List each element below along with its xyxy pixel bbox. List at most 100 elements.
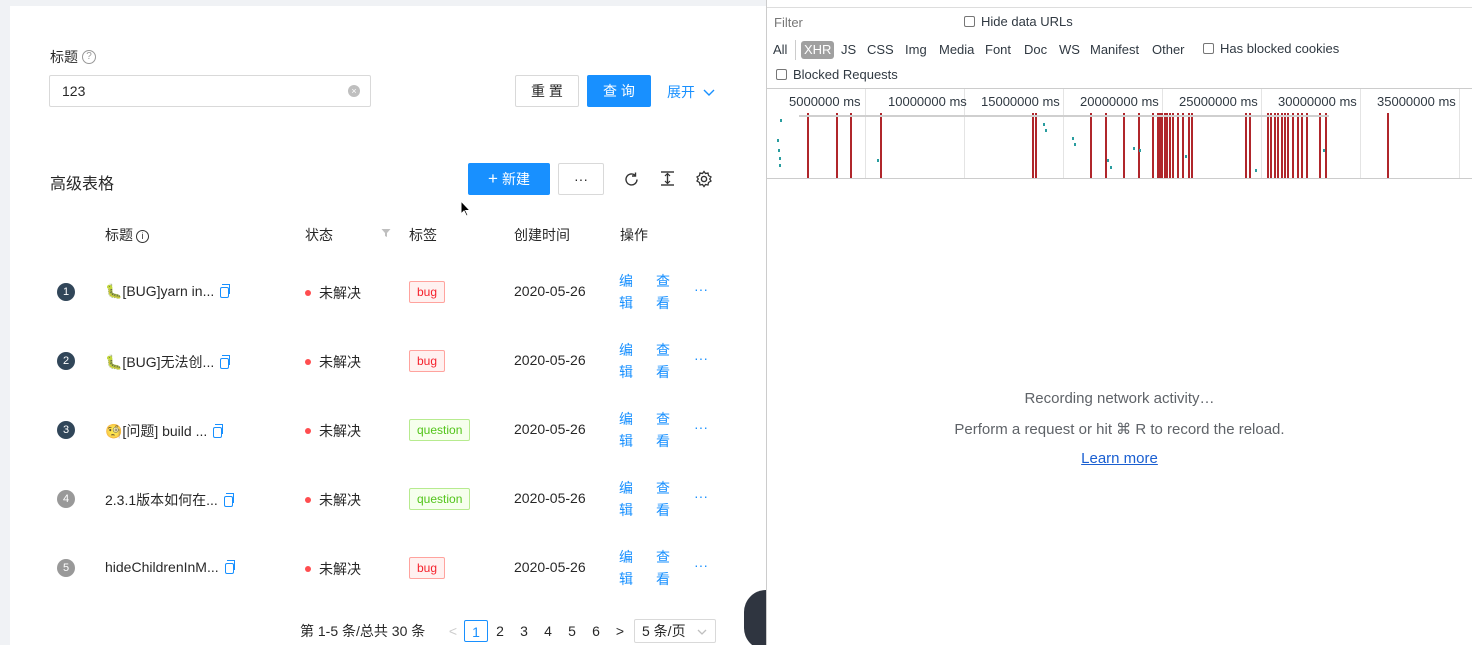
type-filter-js[interactable]: JS — [841, 41, 856, 59]
row-index-badge: 1 — [57, 283, 75, 301]
page-size-select[interactable]: 5 条/页 — [634, 619, 716, 643]
pagination-page-1[interactable]: 1 — [464, 620, 488, 642]
blocked-requests-checkbox[interactable] — [776, 69, 787, 81]
edit-link-char[interactable]: 编 — [619, 408, 633, 430]
type-filter-media[interactable]: Media — [939, 41, 974, 59]
view-link-char[interactable]: 看 — [656, 430, 670, 452]
view-link-char[interactable]: 看 — [656, 292, 670, 314]
timeline-request-bar — [1182, 113, 1184, 178]
type-filter-all[interactable]: All — [773, 41, 787, 59]
pagination-page-5[interactable]: 5 — [562, 620, 582, 642]
edit-link-char[interactable]: 辑 — [619, 430, 633, 452]
row-tag: bug — [409, 350, 446, 372]
edit-link-char[interactable]: 编 — [619, 270, 633, 292]
timeline-request-bar — [1292, 113, 1294, 178]
timeline-request-bar — [836, 113, 838, 178]
edit-link-char[interactable]: 辑 — [619, 361, 633, 383]
type-filter-img[interactable]: Img — [905, 41, 927, 59]
timeline-request-bar — [1123, 113, 1125, 178]
view-link[interactable]: 查看 — [656, 408, 670, 452]
hide-data-urls-checkbox[interactable] — [964, 16, 975, 28]
new-button[interactable]: + 新建 — [468, 163, 550, 195]
edit-link-char[interactable]: 编 — [619, 477, 633, 499]
copy-icon[interactable] — [224, 559, 235, 574]
network-overview-timeline[interactable]: 5000000 ms 10000000 ms 15000000 ms 20000000… — [767, 88, 1472, 179]
edit-link-char[interactable]: 辑 — [619, 499, 633, 521]
title-filter-input[interactable]: 123 × — [49, 75, 371, 107]
view-link[interactable]: 查看 — [656, 339, 670, 383]
view-link-char[interactable]: 看 — [656, 361, 670, 383]
pagination-next[interactable]: > — [610, 620, 630, 642]
learn-more-container: Learn more — [767, 450, 1472, 467]
view-link[interactable]: 查看 — [656, 546, 670, 590]
edit-link-char[interactable]: 辑 — [619, 568, 633, 590]
edit-link[interactable]: 编辑 — [619, 408, 633, 452]
copy-icon[interactable] — [223, 492, 234, 507]
timeline-request-dot — [1139, 149, 1141, 152]
filter-input[interactable]: Filter — [774, 15, 934, 33]
row-index-badge: 4 — [57, 490, 75, 508]
column-height-icon[interactable] — [659, 170, 676, 187]
type-filter-ws[interactable]: WS — [1059, 41, 1080, 59]
view-link-char[interactable]: 查 — [656, 546, 670, 568]
view-link-char[interactable]: 查 — [656, 270, 670, 292]
copy-icon[interactable] — [213, 423, 224, 438]
edit-link-char[interactable]: 辑 — [619, 292, 633, 314]
copy-icon[interactable] — [220, 283, 231, 298]
clear-icon[interactable]: × — [348, 85, 360, 97]
type-filter-xhr[interactable]: XHR — [801, 41, 835, 59]
reload-icon[interactable] — [623, 171, 640, 188]
timeline-request-bar — [1319, 113, 1321, 178]
row-more-button[interactable]: ··· — [694, 350, 708, 366]
info-circle-icon[interactable]: i — [136, 229, 149, 243]
type-filter-doc[interactable]: Doc — [1024, 41, 1047, 59]
view-link[interactable]: 查看 — [656, 270, 670, 314]
view-link[interactable]: 查看 — [656, 477, 670, 521]
pagination-page-4[interactable]: 4 — [538, 620, 558, 642]
setting-icon[interactable] — [695, 170, 713, 188]
query-button[interactable]: 查 询 — [587, 75, 651, 107]
has-blocked-cookies-checkbox[interactable] — [1203, 43, 1214, 55]
timeline-request-bar — [1245, 113, 1247, 178]
pagination-page-6[interactable]: 6 — [586, 620, 606, 642]
reset-button[interactable]: 重 置 — [515, 75, 579, 107]
has-blocked-cookies-option[interactable]: Has blocked cookies — [1203, 41, 1339, 56]
copy-icon[interactable] — [220, 354, 231, 369]
pagination-page-2[interactable]: 2 — [490, 620, 510, 642]
row-more-button[interactable]: ··· — [694, 419, 708, 435]
learn-more-link[interactable]: Learn more — [1081, 450, 1158, 467]
pagination-page-3[interactable]: 3 — [514, 620, 534, 642]
edit-link-char[interactable]: 编 — [619, 339, 633, 361]
blocked-requests-option[interactable]: Blocked Requests — [776, 67, 898, 82]
filter-icon[interactable] — [381, 228, 391, 238]
more-actions-button[interactable]: ··· — [558, 163, 604, 195]
type-filter-font[interactable]: Font — [985, 41, 1011, 59]
edit-link-char[interactable]: 编 — [619, 546, 633, 568]
type-filter-manifest[interactable]: Manifest — [1090, 41, 1139, 59]
status-dot — [305, 497, 311, 504]
view-link-char[interactable]: 查 — [656, 408, 670, 430]
row-created-date: 2020-05-26 — [514, 352, 586, 368]
row-title-text: 2.3.1版本如何在... — [105, 492, 218, 508]
edit-link[interactable]: 编辑 — [619, 270, 633, 314]
title-filter-label-text: 标题 — [50, 49, 78, 65]
edit-link[interactable]: 编辑 — [619, 477, 633, 521]
view-link-char[interactable]: 看 — [656, 499, 670, 521]
pagination-prev[interactable]: < — [443, 620, 463, 642]
question-circle-icon[interactable]: ? — [82, 50, 96, 64]
view-link-char[interactable]: 查 — [656, 339, 670, 361]
type-filter-css[interactable]: CSS — [867, 41, 894, 59]
edit-link[interactable]: 编辑 — [619, 546, 633, 590]
row-title: 2.3.1版本如何在... — [105, 490, 234, 510]
row-more-button[interactable]: ··· — [694, 281, 708, 297]
row-more-button[interactable]: ··· — [694, 557, 708, 573]
hide-data-urls-option[interactable]: Hide data URLs — [964, 14, 1073, 29]
type-filter-other[interactable]: Other — [1152, 41, 1185, 59]
hide-data-urls-label: Hide data URLs — [981, 14, 1073, 29]
view-link-char[interactable]: 查 — [656, 477, 670, 499]
timeline-request-bar — [1387, 113, 1389, 178]
view-link-char[interactable]: 看 — [656, 568, 670, 590]
expand-link[interactable]: 展开 — [667, 82, 715, 102]
edit-link[interactable]: 编辑 — [619, 339, 633, 383]
row-more-button[interactable]: ··· — [694, 488, 708, 504]
